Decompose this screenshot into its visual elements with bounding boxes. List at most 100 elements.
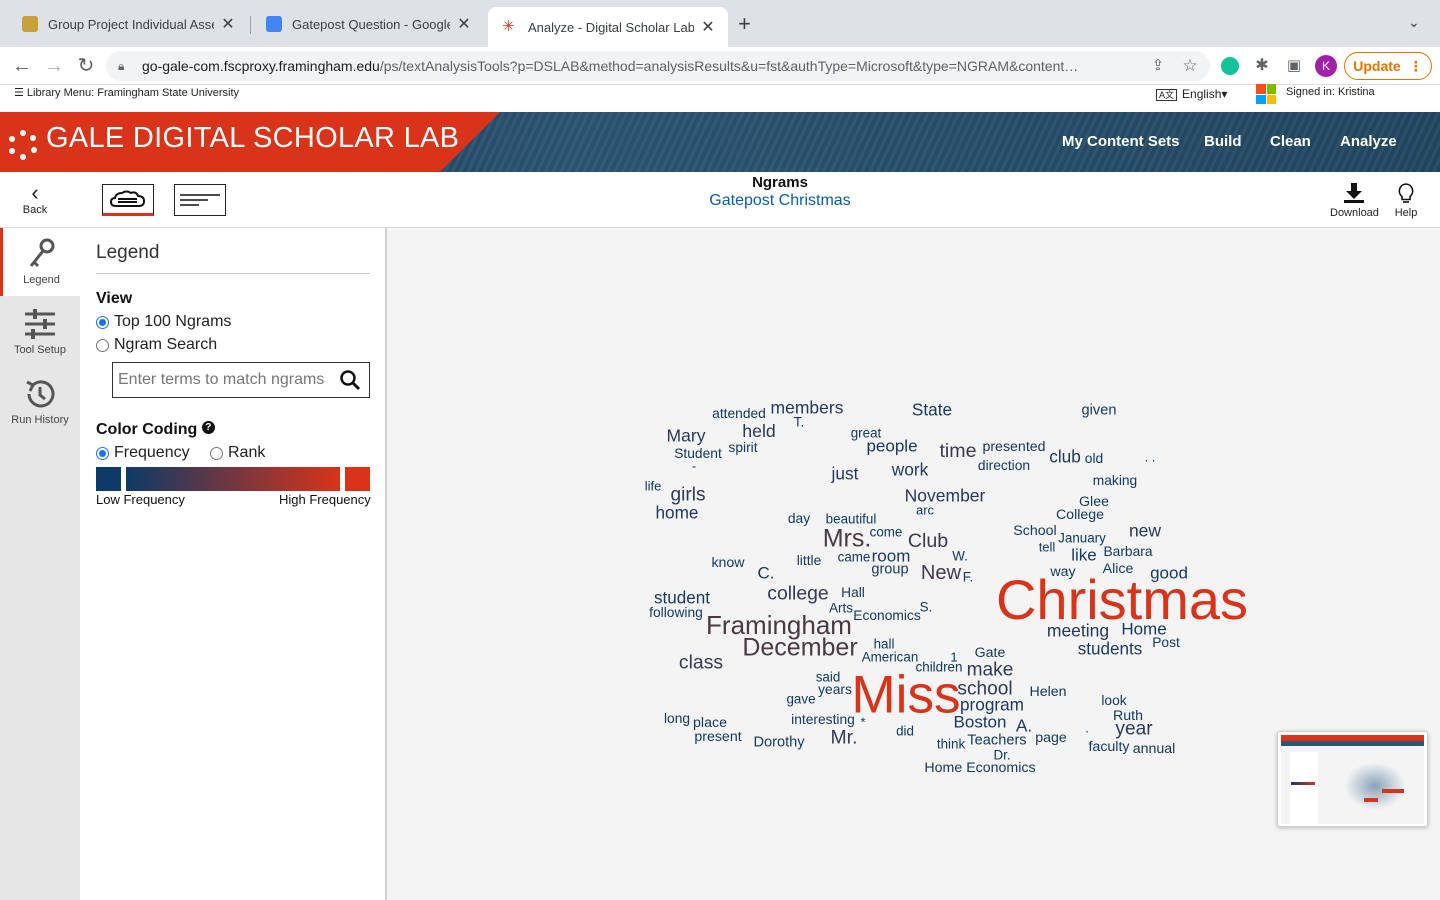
reload-icon[interactable]: ↻ [74,54,98,78]
ngram-word[interactable]: Post [1152,636,1180,650]
ngram-word[interactable]: present [694,730,741,744]
ngram-word[interactable]: annual [1133,742,1176,756]
ngram-word[interactable]: Economics [853,609,920,623]
ngram-word[interactable]: program [960,696,1024,713]
ngram-word[interactable]: F. [963,570,973,584]
ngram-word[interactable]: - [692,460,696,473]
ngram-word[interactable]: Teachers [967,734,1026,749]
ngram-word[interactable]: time [939,442,976,462]
ngram-word[interactable]: spirit [728,441,757,455]
ngram-word[interactable]: Mrs. [823,526,872,552]
ngram-word[interactable]: College [1056,508,1104,522]
ngram-word[interactable]: C. [758,565,775,582]
nav-clean[interactable]: Clean [1270,133,1311,150]
ngram-word[interactable]: student [654,589,710,606]
ngram-word[interactable]: Boston [954,714,1007,731]
ngram-word[interactable]: making [1093,474,1137,488]
ngram-word[interactable]: interesting [791,713,855,727]
ngram-word[interactable]: Arts [829,601,853,615]
overview-thumbnail[interactable] [1277,731,1428,827]
ngram-word[interactable]: Glee [1079,495,1109,509]
radio-top-100[interactable]: Top 100 Ngrams [96,313,231,331]
ngram-word[interactable]: students [1078,640,1143,657]
brand-title[interactable]: GALE DIGITAL SCHOLAR LAB [46,122,459,155]
word-cloud-view-button[interactable] [102,184,154,216]
ngram-word[interactable]: Mary [667,427,706,445]
ngram-word[interactable]: think [937,737,965,751]
rail-item-tool-setup[interactable]: Tool Setup [0,298,80,366]
ngram-word[interactable]: college [767,583,828,603]
browser-tab[interactable]: Gatepost Question - Google Do ✕ [252,7,484,41]
rail-item-legend[interactable]: Legend [0,228,80,296]
ngram-word[interactable]: know [711,556,744,570]
bookmark-star-icon[interactable]: ☆ [1178,54,1202,78]
ngram-word[interactable]: * [860,716,865,729]
ngram-word[interactable]: class [679,652,723,672]
ngram-word[interactable]: old [1085,452,1103,466]
help-button[interactable]: Help [1394,182,1418,219]
ngram-word[interactable]: Dorothy [753,736,804,751]
ngram-word[interactable]: Alice [1103,562,1134,576]
ngram-word[interactable]: December [742,635,857,661]
ngram-word[interactable]: hall [874,637,895,651]
radio-frequency[interactable]: Frequency [96,444,190,462]
forward-arrow-icon[interactable]: → [42,54,66,78]
ngram-word[interactable]: great [851,426,882,440]
ngram-word[interactable]: following [649,606,703,620]
ngram-word[interactable]: presented [982,440,1045,454]
ngram-word[interactable]: direction [978,459,1030,473]
bar-chart-view-button[interactable] [174,184,226,216]
share-icon[interactable]: ⇪ [1146,54,1170,78]
help-circle-icon[interactable]: ? [201,421,215,434]
ngram-word[interactable]: little [797,554,822,568]
language-selector[interactable]: A文 English▾ [1156,87,1227,101]
ngram-word[interactable]: Student [674,447,722,461]
ngram-word[interactable]: said [816,670,841,684]
ngram-word[interactable]: came [838,550,871,564]
ngram-word[interactable]: page [1035,731,1067,745]
ngram-word[interactable]: W. [952,549,968,563]
rail-item-run-history[interactable]: Run History [0,368,80,436]
ngram-word[interactable]: Barbara [1103,545,1152,559]
nav-analyze[interactable]: Analyze [1340,133,1397,150]
ngram-word[interactable]: 1 [950,651,957,664]
ngram-word[interactable]: . [1085,722,1089,735]
ngram-word[interactable]: Miss [851,668,960,721]
close-tab-icon[interactable]: ✕ [456,14,472,34]
update-button[interactable]: Update ⋮ [1344,52,1432,80]
new-tab-icon[interactable]: + [738,13,751,35]
extensions-puzzle-icon[interactable]: ✱ [1250,54,1274,78]
ngram-word[interactable]: way [1050,565,1075,579]
ngram-word[interactable]: given [1082,404,1117,419]
ngram-word[interactable]: did [896,724,914,738]
ngram-word[interactable]: State [912,401,952,418]
search-icon[interactable] [339,369,361,391]
ngram-word[interactable]: long [664,712,690,726]
nav-my-content-sets[interactable]: My Content Sets [1062,133,1180,150]
ngram-word[interactable]: life [645,480,662,493]
signed-in-status[interactable]: Signed in: Kristina [1286,86,1375,98]
ngram-word[interactable]: attended [712,407,766,421]
radio-ngram-search[interactable]: Ngram Search [96,336,217,354]
ngram-word[interactable]: day [788,512,810,526]
tab-search-chevron-icon[interactable]: ⌄ [1408,14,1420,31]
grammarly-icon[interactable] [1221,57,1239,75]
ngram-word[interactable]: tell [1039,541,1056,554]
ngram-word[interactable]: come [870,525,903,539]
close-tab-icon[interactable]: ✕ [220,14,236,34]
library-menu[interactable]: ☰ Library Menu: Framingham State Univers… [14,86,239,99]
ngram-word[interactable]: group [871,563,908,578]
ngram-word[interactable]: held [742,422,775,441]
ngram-word[interactable]: Gate [975,646,1006,660]
ngram-word[interactable]: club [1049,448,1081,465]
ngram-word[interactable]: School [1013,524,1056,538]
ngram-word[interactable]: home [656,504,699,521]
profile-avatar[interactable]: K [1315,55,1337,77]
ngram-word[interactable]: meeting [1047,622,1109,640]
ngram-word[interactable]: . . [1145,451,1156,464]
ngram-word[interactable]: just [832,465,859,483]
ngram-word[interactable]: look [1101,694,1126,708]
ngram-word[interactable]: work [892,461,929,479]
ngram-word[interactable]: Club [908,532,948,552]
url-field[interactable]: 🔒︎ go-gale-com.fscproxy.framingham.edu/p… [106,51,1210,81]
